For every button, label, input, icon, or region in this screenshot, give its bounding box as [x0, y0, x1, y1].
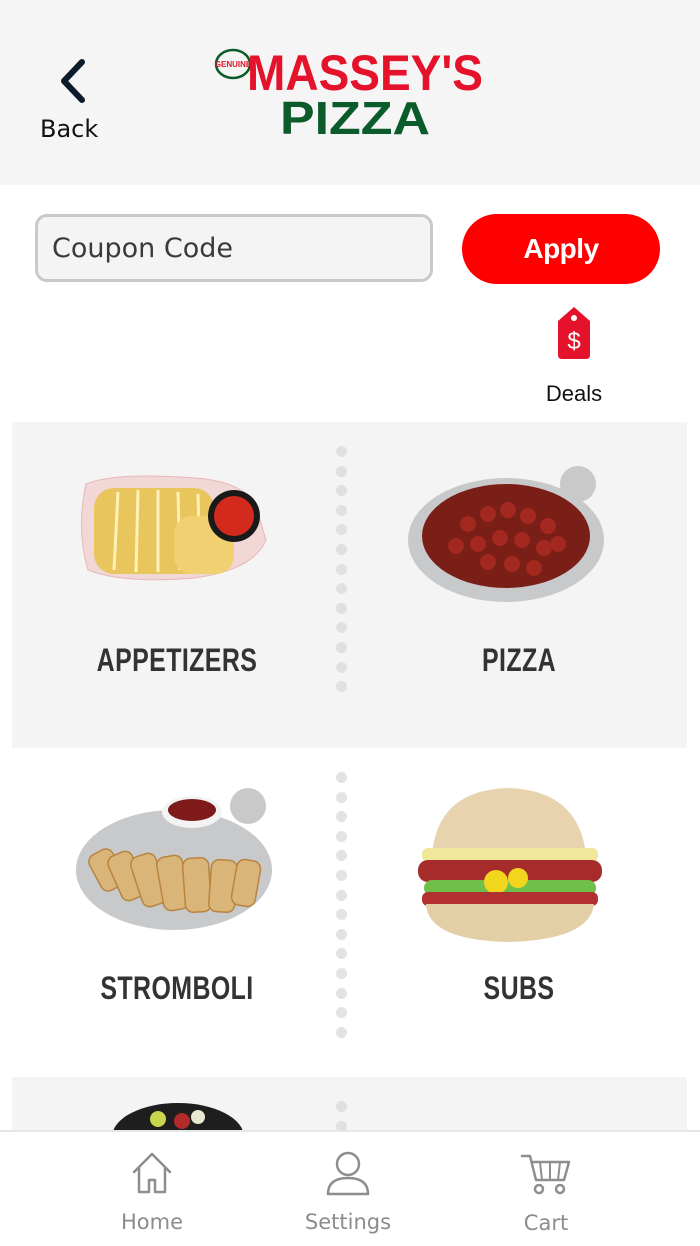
back-button[interactable]: Back — [30, 52, 112, 147]
cart-icon — [520, 1154, 571, 1195]
back-label: Back — [40, 115, 99, 143]
tab-home[interactable]: Home — [82, 1132, 222, 1246]
category-label: STROMBOLI — [100, 970, 254, 1006]
chevron-left-icon — [61, 59, 85, 103]
category-appetizers[interactable]: APPETIZERS — [12, 422, 342, 748]
category-label: PIZZA — [481, 642, 557, 678]
tab-cart[interactable]: Cart — [476, 1132, 616, 1246]
svg-text:PIZZA: PIZZA — [280, 92, 430, 140]
category-label: SUBS — [483, 970, 555, 1006]
tab-label: Cart — [523, 1211, 569, 1235]
category-label: APPETIZERS — [96, 642, 258, 678]
svg-text:$: $ — [567, 328, 580, 355]
tab-label: Home — [120, 1210, 183, 1234]
deals-button[interactable]: $ Deals — [532, 305, 616, 410]
app-header: Back GENUINE MASSEY'S PIZZA — [0, 0, 700, 185]
stromboli-photo — [76, 788, 272, 930]
price-tag-dollar-icon: $ — [558, 307, 590, 359]
masseys-pizza-logo: GENUINE MASSEY'S PIZZA — [213, 40, 483, 140]
category-subs[interactable]: SUBS — [354, 748, 684, 1077]
pepperoni-pizza-photo — [408, 466, 604, 602]
sub-sandwich-photo — [418, 788, 602, 942]
bottom-tab-bar: Home Settings Cart — [0, 1130, 700, 1246]
category-pizza[interactable]: PIZZA — [354, 422, 684, 748]
apply-button[interactable]: Apply — [462, 214, 660, 284]
category-row: STROMBOLI SUBS — [12, 748, 687, 1077]
tab-settings[interactable]: Settings — [278, 1132, 418, 1246]
category-row — [12, 1077, 687, 1137]
category-row: APPETIZERS PIZZA — [12, 422, 687, 748]
tab-label: Settings — [304, 1210, 392, 1234]
divider-dots — [336, 446, 347, 701]
category-stromboli[interactable]: STROMBOLI — [12, 748, 342, 1077]
garlic-bread-photo — [81, 475, 267, 581]
deals-label: Deals — [545, 381, 603, 406]
person-icon — [326, 1151, 370, 1196]
coupon-code-input[interactable] — [35, 214, 433, 282]
divider-dots — [336, 772, 347, 1046]
home-icon — [132, 1152, 172, 1194]
